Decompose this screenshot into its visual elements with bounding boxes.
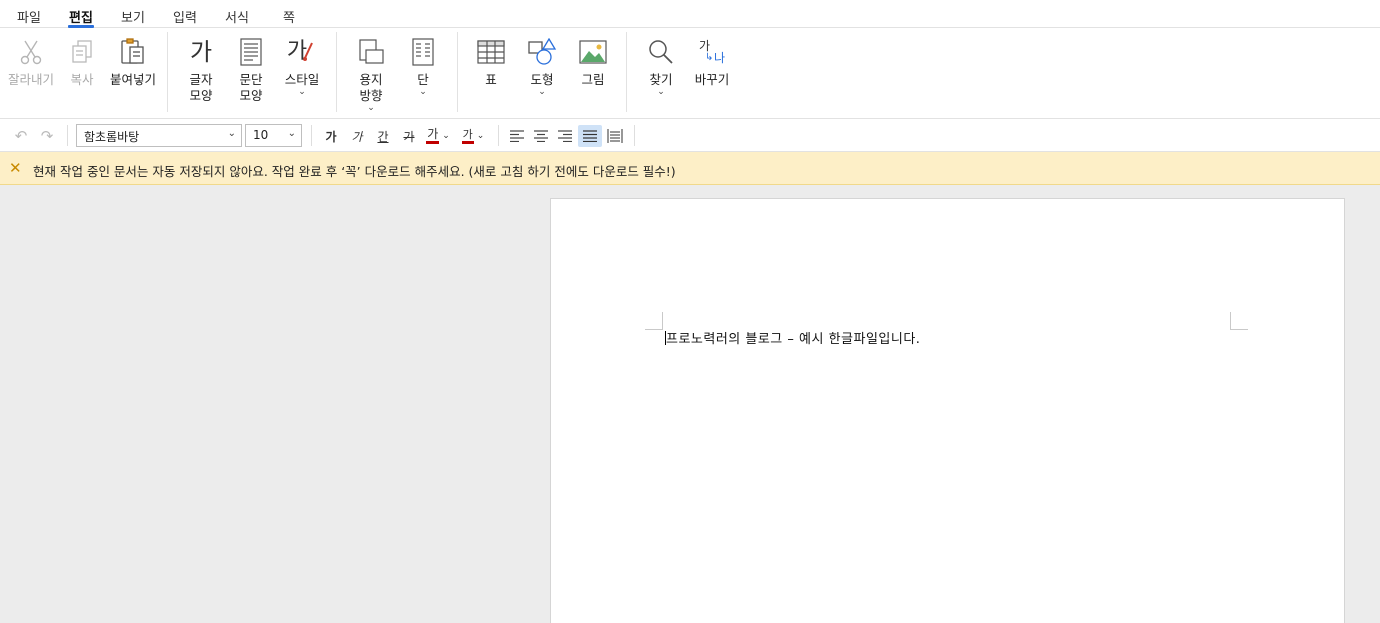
char-shape-icon: 가 — [189, 38, 213, 66]
ribbon-separator — [626, 32, 627, 112]
format-toolbar: ↶ ↷ 함초롬바탕 ⌄ 10 ⌄ 가 가 간 가 가 ⌄ 가 ⌄ — [0, 119, 1380, 152]
margin-corner-top-left — [645, 312, 663, 330]
cut-label: 잘라내기 — [7, 72, 54, 87]
ribbon-separator — [336, 32, 337, 112]
toolbar-separator — [311, 125, 312, 146]
char-shape-button[interactable]: 가 글자 모양 — [182, 36, 220, 104]
align-center-icon[interactable] — [530, 125, 552, 147]
find-chevron-down-icon: ⌄ — [657, 87, 665, 97]
toolbar-separator — [634, 125, 635, 146]
page-orientation-button[interactable]: 용지 방향 ⌄ — [352, 36, 390, 113]
menu-page[interactable]: 쪽 — [283, 7, 295, 26]
menu-bar: 파일 편집 보기 입력 서식 쪽 — [0, 0, 1380, 28]
align-justify-icon[interactable] — [578, 125, 602, 147]
shapes-label: 도형 — [530, 72, 554, 87]
columns-label: 단 — [417, 72, 429, 87]
style-button[interactable]: 가 스타일 ⌄ — [280, 36, 324, 97]
font-family-value: 함초롬바탕 — [84, 130, 140, 144]
align-left-icon[interactable] — [506, 125, 528, 147]
para-shape-button[interactable]: 문단 모양 — [232, 36, 270, 104]
ribbon: 잘라내기 복사 붙여넣기 가 글자 모양 문단 모양 가 스타일 ⌄ 용지 방향… — [0, 28, 1380, 119]
find-label: 찾기 — [649, 72, 673, 87]
autosave-notice-banner: ✕ 현재 작업 중인 문서는 자동 저장되지 않아요. 작업 완료 후 ‘꼭’ … — [0, 152, 1380, 185]
replace-button[interactable]: 가 ↳ 나 바꾸기 — [690, 36, 734, 88]
document-text[interactable]: 프로노력러의 블로그 – 예시 한글파일입니다. — [666, 328, 920, 347]
italic-button[interactable]: 가 — [347, 125, 367, 147]
menu-view[interactable]: 보기 — [121, 7, 145, 26]
chevron-down-icon: ⌄ — [442, 131, 450, 141]
paste-icon — [116, 36, 150, 68]
highlight-color-button[interactable]: 가 ⌄ — [458, 125, 488, 147]
highlight-glyph: 가 — [461, 128, 474, 144]
orientation-label-2: 방향 — [359, 88, 383, 103]
notice-message: 현재 작업 중인 문서는 자동 저장되지 않아요. 작업 완료 후 ‘꼭’ 다운… — [33, 164, 676, 179]
align-right-icon[interactable] — [554, 125, 576, 147]
table-icon — [474, 36, 508, 68]
char-shape-label-2: 모양 — [189, 88, 213, 103]
shapes-button[interactable]: 도형 ⌄ — [522, 36, 562, 97]
strikethrough-button[interactable]: 가 — [399, 125, 419, 147]
copy-button[interactable]: 복사 — [64, 36, 100, 88]
scissors-icon — [14, 36, 48, 68]
find-button[interactable]: 찾기 ⌄ — [642, 36, 680, 97]
table-label: 표 — [485, 72, 497, 87]
picture-button[interactable]: 그림 — [574, 36, 612, 88]
menu-file[interactable]: 파일 — [17, 7, 41, 26]
shapes-icon — [525, 36, 559, 68]
document-page[interactable] — [550, 198, 1345, 623]
style-brush-icon: 가 — [285, 36, 319, 68]
cut-button[interactable]: 잘라내기 — [6, 36, 56, 88]
chevron-down-icon: ⌄ — [476, 131, 485, 141]
font-size-value: 10 — [253, 128, 269, 142]
columns-icon — [406, 36, 440, 68]
columns-chevron-down-icon: ⌄ — [419, 87, 427, 97]
copy-icon — [65, 36, 99, 68]
picture-icon — [576, 36, 610, 68]
orientation-chevron-down-icon: ⌄ — [367, 103, 375, 113]
ribbon-separator — [167, 32, 168, 112]
para-shape-label-2: 모양 — [239, 88, 263, 103]
toolbar-separator — [67, 125, 68, 146]
paragraph-icon — [234, 36, 268, 68]
toolbar-separator — [498, 125, 499, 146]
copy-label: 복사 — [70, 72, 94, 87]
ribbon-separator — [457, 32, 458, 112]
font-color-glyph: 가 — [426, 128, 440, 144]
menu-insert[interactable]: 입력 — [173, 7, 197, 26]
columns-button[interactable]: 단 ⌄ — [404, 36, 442, 97]
search-icon — [644, 36, 678, 68]
style-label: 스타일 — [284, 72, 320, 87]
menu-format[interactable]: 서식 — [225, 7, 249, 26]
margin-corner-top-right — [1230, 312, 1248, 330]
page-orientation-icon — [354, 36, 388, 68]
bold-button[interactable]: 가 — [321, 125, 341, 147]
font-color-button[interactable]: 가 ⌄ — [424, 125, 452, 147]
replace-label: 바꾸기 — [694, 72, 730, 87]
style-chevron-down-icon: ⌄ — [298, 87, 306, 97]
shapes-chevron-down-icon: ⌄ — [538, 87, 546, 97]
font-family-select[interactable]: 함초롬바탕 ⌄ — [76, 124, 242, 147]
para-shape-label-1: 문단 — [239, 72, 263, 87]
redo-icon[interactable]: ↷ — [37, 125, 57, 147]
table-button[interactable]: 표 — [472, 36, 510, 88]
replace-icon: 가 ↳ 나 — [699, 39, 726, 65]
undo-icon[interactable]: ↶ — [11, 125, 31, 147]
distribute-icon[interactable] — [604, 125, 626, 147]
paste-button[interactable]: 붙여넣기 — [106, 36, 160, 88]
char-shape-label-1: 글자 — [189, 72, 213, 87]
paste-label: 붙여넣기 — [109, 72, 156, 87]
font-size-select[interactable]: 10 ⌄ — [245, 124, 302, 147]
chevron-down-icon: ⌄ — [287, 128, 296, 139]
orientation-label-1: 용지 — [359, 72, 383, 87]
picture-label: 그림 — [581, 72, 605, 87]
menu-edit[interactable]: 편집 — [68, 7, 94, 28]
close-icon[interactable]: ✕ — [9, 159, 22, 177]
underline-button[interactable]: 간 — [373, 125, 393, 147]
chevron-down-icon: ⌄ — [227, 128, 236, 139]
